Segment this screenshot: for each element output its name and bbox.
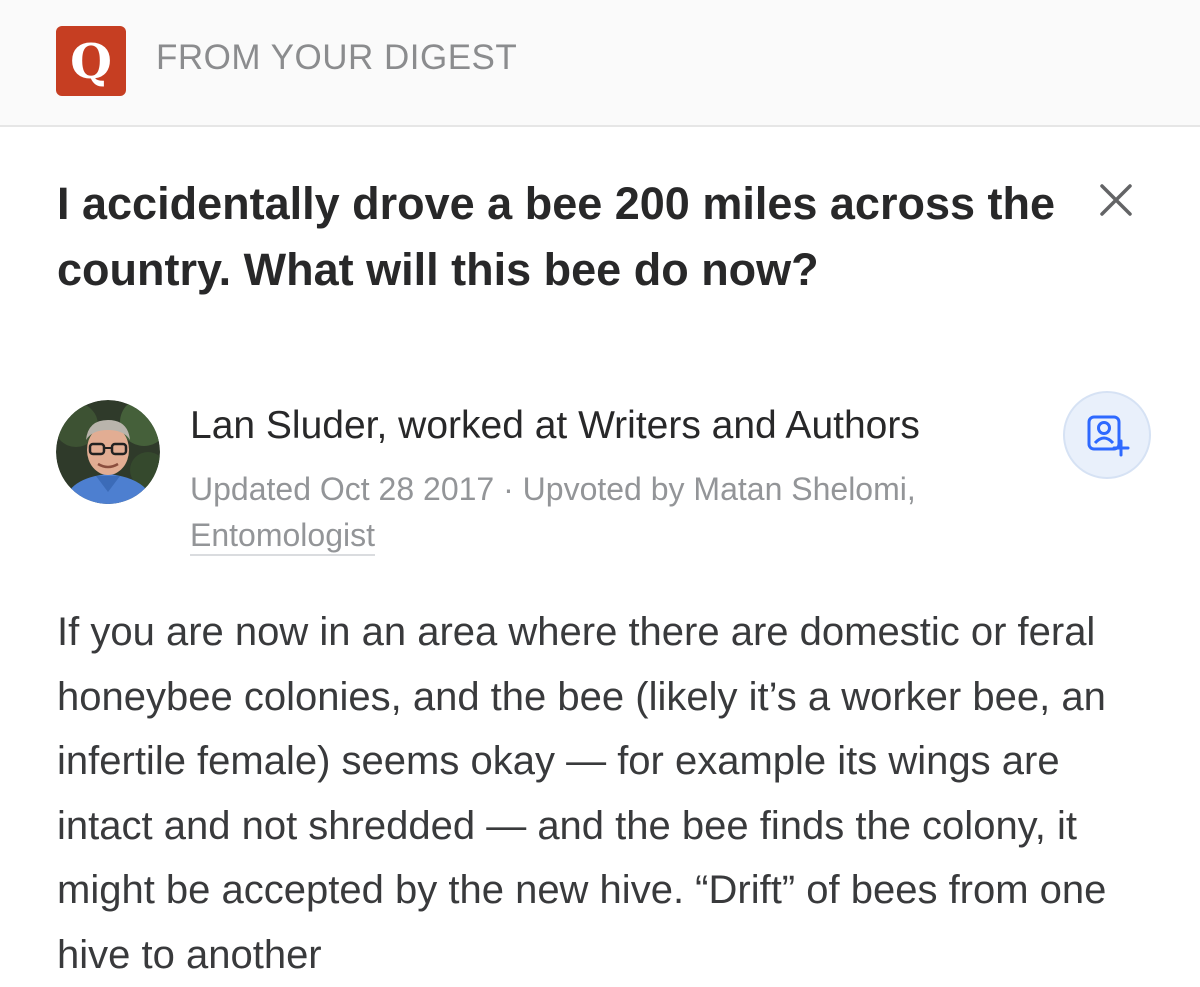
upvoter-name[interactable]: Matan Shelomi, bbox=[693, 471, 915, 509]
answer-body: If you are now in an area where there ar… bbox=[57, 610, 1107, 977]
updated-date: Updated Oct 28 2017 bbox=[190, 471, 495, 507]
digest-header: Q FROM YOUR DIGEST bbox=[0, 0, 1200, 127]
close-icon bbox=[1100, 184, 1132, 216]
author-avatar[interactable] bbox=[56, 400, 160, 504]
author-credential[interactable]: Lan Sluder, worked at Writers and Author… bbox=[190, 404, 920, 448]
question-title[interactable]: I accidentally drove a bee 200 miles acr… bbox=[57, 171, 1097, 303]
meta-separator: · bbox=[503, 471, 514, 507]
upvoted-label: Upvoted by bbox=[522, 471, 685, 507]
follow-author-button[interactable] bbox=[1063, 391, 1151, 479]
quora-logo-icon[interactable]: Q bbox=[56, 26, 126, 96]
upvoter-credential[interactable]: Entomologist bbox=[190, 516, 375, 556]
digest-label: FROM YOUR DIGEST bbox=[156, 38, 518, 77]
answer-meta: Updated Oct 28 2017 · Upvoted by Matan S… bbox=[190, 466, 1050, 558]
add-person-icon bbox=[1087, 415, 1130, 457]
logo-letter: Q bbox=[70, 34, 112, 90]
close-button[interactable] bbox=[1098, 182, 1134, 218]
